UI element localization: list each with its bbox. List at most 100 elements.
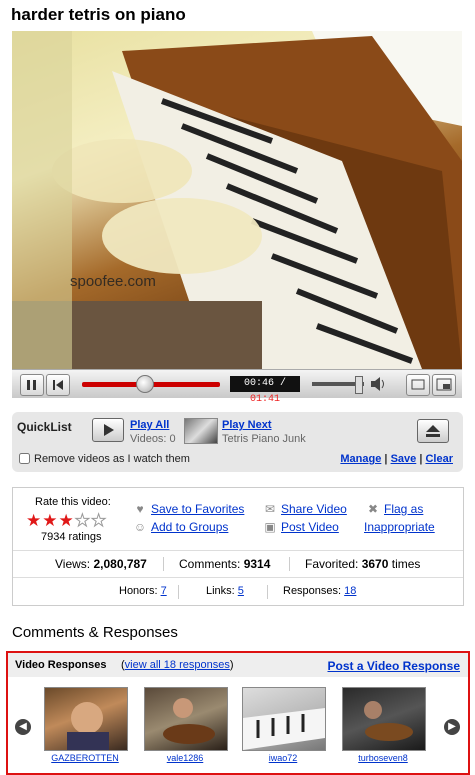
comments-stat: Comments: 9314 bbox=[179, 551, 270, 577]
quicklist-play-button[interactable] bbox=[92, 418, 124, 442]
responses-link[interactable]: 18 bbox=[344, 585, 356, 597]
favorited-label: Favorited: bbox=[305, 557, 362, 571]
ratings-count: 7934 ratings bbox=[41, 531, 102, 543]
save-favorites-action[interactable]: ♥ Save to Favorites bbox=[133, 502, 244, 516]
flag-action[interactable]: ✖ Flag as bbox=[366, 502, 423, 516]
response-thumbnail[interactable] bbox=[242, 687, 326, 751]
fullscreen-button[interactable] bbox=[432, 374, 456, 396]
group-icon: ☺ bbox=[133, 520, 147, 534]
response-thumbnail[interactable] bbox=[342, 687, 426, 751]
star-icon[interactable]: ★ bbox=[26, 511, 42, 530]
next-video-title: Tetris Piano Junk bbox=[222, 433, 306, 445]
eject-icon bbox=[426, 425, 440, 437]
time-separator: / bbox=[274, 378, 287, 389]
flag-icon: ✖ bbox=[367, 502, 379, 516]
response-username[interactable]: turboseven8 bbox=[338, 753, 428, 763]
post-video-link[interactable]: Post Video bbox=[281, 520, 339, 534]
remove-videos-label: Remove videos as I watch them bbox=[34, 453, 190, 465]
inappropriate-link[interactable]: Inappropriate bbox=[364, 520, 435, 534]
response-thumbnail[interactable] bbox=[144, 687, 228, 751]
rewind-button[interactable] bbox=[46, 374, 70, 396]
previous-arrow-icon[interactable]: ◀ bbox=[15, 719, 31, 735]
heart-icon: ♥ bbox=[136, 502, 144, 516]
camera-icon: ▣ bbox=[264, 520, 276, 534]
save-favorites-link[interactable]: Save to Favorites bbox=[151, 502, 244, 516]
quicklist-title: QuickList bbox=[17, 420, 72, 434]
honors-label: Honors: bbox=[119, 585, 161, 597]
quicklist-links: Manage | Save | Clear bbox=[340, 453, 453, 465]
inappropriate-action[interactable]: Inappropriate bbox=[364, 520, 435, 534]
star-icon[interactable]: ★ bbox=[90, 511, 107, 531]
views-value: 2,080,787 bbox=[93, 557, 147, 571]
stats-row: Views: 2,080,787 Comments: 9314 Favorite… bbox=[13, 550, 463, 577]
secondary-stats-row: Honors: 7 Links: 5 Responses: 18 bbox=[13, 577, 463, 605]
volume-handle[interactable] bbox=[355, 376, 363, 394]
response-username[interactable]: iwao72 bbox=[238, 753, 328, 763]
normal-size-button[interactable] bbox=[406, 374, 430, 396]
save-link[interactable]: Save bbox=[391, 453, 417, 465]
manage-link[interactable]: Manage bbox=[340, 453, 381, 465]
video-player[interactable]: spoofee.com bbox=[12, 31, 462, 369]
responses-label: Responses: bbox=[283, 585, 345, 597]
clear-link[interactable]: Clear bbox=[425, 453, 453, 465]
links-label: Links: bbox=[206, 585, 238, 597]
video-frame-illustration bbox=[12, 31, 462, 369]
envelope-icon: ✉ bbox=[264, 502, 276, 516]
divider bbox=[163, 557, 164, 571]
fullscreen-icon bbox=[436, 378, 452, 391]
next-video-thumbnail[interactable] bbox=[184, 418, 218, 444]
responses-stat: Responses: 18 bbox=[283, 578, 356, 605]
video-responses-panel: Video Responses (view all 18 responses) … bbox=[6, 651, 470, 775]
quicklist-video-count: Videos: 0 bbox=[130, 433, 176, 445]
pause-button[interactable] bbox=[20, 374, 44, 396]
add-groups-action[interactable]: ☺ Add to Groups bbox=[133, 520, 229, 534]
share-video-action[interactable]: ✉ Share Video bbox=[263, 502, 347, 516]
video-control-bar: 00:46 / 01:41 bbox=[12, 369, 462, 405]
remove-videos-checkbox[interactable] bbox=[19, 453, 30, 464]
view-all-responses: (view all 18 responses) bbox=[121, 659, 234, 671]
video-stats-box: Rate this video: ★★★★★ 7934 ratings ♥ Sav… bbox=[12, 487, 464, 606]
skip-back-icon bbox=[53, 380, 63, 390]
star-icon[interactable]: ★ bbox=[74, 511, 91, 531]
view-all-responses-link[interactable]: view all 18 responses bbox=[125, 659, 230, 671]
star-icon[interactable]: ★ bbox=[59, 511, 75, 530]
progress-scrubber[interactable] bbox=[136, 375, 154, 393]
comments-value: 9314 bbox=[243, 557, 271, 571]
post-video-response-link[interactable]: Post a Video Response bbox=[328, 659, 461, 673]
star-rating[interactable]: ★★★★★ bbox=[26, 511, 107, 531]
star-icon[interactable]: ★ bbox=[42, 511, 58, 530]
link-separator: | bbox=[381, 453, 391, 465]
divider bbox=[178, 585, 179, 599]
links-stat: Links: 5 bbox=[206, 578, 244, 605]
views-label: Views: bbox=[55, 557, 94, 571]
play-icon bbox=[104, 424, 114, 436]
play-all-link[interactable]: Play All bbox=[130, 419, 169, 431]
next-arrow-icon[interactable]: ▶ bbox=[444, 719, 460, 735]
pause-icon bbox=[27, 380, 36, 390]
favorited-suffix: times bbox=[388, 557, 421, 571]
divider bbox=[267, 585, 268, 599]
rate-label: Rate this video: bbox=[35, 496, 111, 508]
time-display: 00:46 / 01:41 bbox=[230, 376, 300, 405]
window-icon bbox=[411, 379, 425, 390]
quicklist-collapse-button[interactable] bbox=[417, 419, 449, 443]
post-video-action[interactable]: ▣ Post Video bbox=[263, 520, 339, 534]
video-responses-title: Video Responses bbox=[15, 659, 107, 671]
favorited-value: 3670 bbox=[361, 557, 389, 571]
share-video-link[interactable]: Share Video bbox=[281, 502, 347, 516]
volume-icon[interactable] bbox=[369, 376, 387, 392]
video-responses-header: Video Responses (view all 18 responses) … bbox=[8, 653, 468, 677]
response-username[interactable]: vale1286 bbox=[140, 753, 230, 763]
honors-stat: Honors: 7 bbox=[119, 578, 167, 605]
comments-label: Comments: bbox=[179, 557, 244, 571]
links-link[interactable]: 5 bbox=[238, 585, 244, 597]
play-next-link[interactable]: Play Next bbox=[222, 419, 272, 431]
divider bbox=[289, 557, 290, 571]
flag-as-link[interactable]: Flag as bbox=[384, 502, 423, 516]
video-title: harder tetris on piano bbox=[11, 5, 186, 24]
response-thumbnail[interactable] bbox=[44, 687, 128, 751]
video-watermark: spoofee.com bbox=[70, 273, 156, 290]
response-username[interactable]: GAZBEROTTEN bbox=[40, 753, 130, 763]
add-groups-link[interactable]: Add to Groups bbox=[151, 520, 228, 534]
honors-link[interactable]: 7 bbox=[161, 585, 167, 597]
